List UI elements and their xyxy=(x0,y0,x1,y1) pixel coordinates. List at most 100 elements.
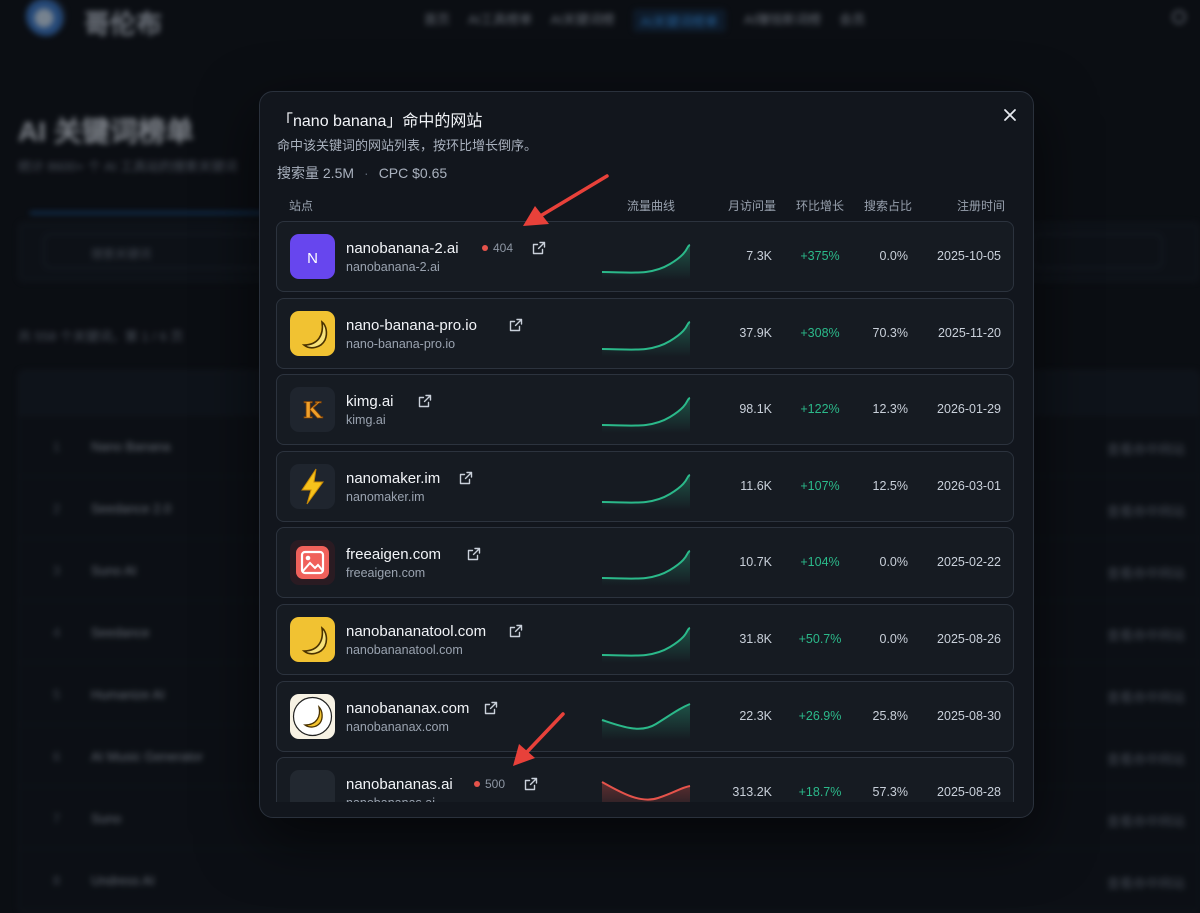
letter-k-logo: K xyxy=(290,387,335,433)
status-badge: 404 xyxy=(482,241,513,255)
top-nav: 哥伦布 首页 AI工具榜单 AI关键词榜 AI关键词榜单 AI赚钱新词榜 会员 xyxy=(0,0,1200,39)
search-share: 57.3% xyxy=(872,785,908,800)
monthly-visits: 22.3K xyxy=(739,708,772,723)
search-share: 25.8% xyxy=(872,708,908,723)
registered-date: 2025-11-20 xyxy=(937,325,1001,340)
site-row[interactable]: nanomaker.im nanomaker.im 11.6K +107% 12… xyxy=(276,450,1014,522)
external-link-icon[interactable] xyxy=(459,471,473,485)
site-domain: nanomaker.im xyxy=(346,489,425,504)
modal-title: 「nano banana」命中的网站 xyxy=(277,113,483,130)
site-domain: nanobanana-2.ai xyxy=(346,260,440,274)
site-name[interactable]: nanobananatool.com xyxy=(346,623,486,640)
site-domain: nano-banana-pro.io xyxy=(346,336,456,351)
registered-date: 2025-08-28 xyxy=(937,785,1001,800)
external-link-icon[interactable] xyxy=(467,547,481,561)
monthly-visits: 313.2K xyxy=(732,785,772,800)
monthly-visits: 10.7K xyxy=(739,555,772,570)
page-subtitle: 统计 8600+ 个 AI 工具站的搜索关键词 xyxy=(18,159,238,174)
status-dot xyxy=(482,245,488,251)
search-share: 12.3% xyxy=(872,402,908,417)
site-domain: kimg.ai xyxy=(346,413,386,428)
traffic-sparkline xyxy=(601,473,691,510)
mom-growth: +50.7% xyxy=(798,632,842,646)
image-logo xyxy=(290,540,335,586)
traffic-sparkline xyxy=(601,627,691,663)
search-share: 0.0% xyxy=(879,555,909,570)
keyword-sites-modal: 「nano banana」命中的网站 命中该关键词的网站列表，按环比增长倒序。 … xyxy=(259,91,1034,818)
cpc-value: CPC $0.65 xyxy=(378,165,448,181)
svg-text:N: N xyxy=(307,250,318,267)
mom-growth: +26.9% xyxy=(798,708,842,723)
search-share: 12.5% xyxy=(872,478,908,493)
traffic-sparkline xyxy=(601,397,691,434)
site-name[interactable]: nanomaker.im xyxy=(346,470,440,487)
mom-growth: +122% xyxy=(800,402,840,417)
external-link-icon[interactable] xyxy=(418,394,432,408)
page-title: AI 关键词榜单 xyxy=(18,116,194,147)
letter-n-logo: N xyxy=(290,234,335,279)
blank-logo xyxy=(290,770,335,802)
svg-text:K: K xyxy=(303,398,323,424)
search-volume: 搜索量 2.5M xyxy=(277,165,355,181)
registered-date: 2026-01-29 xyxy=(937,402,1001,417)
column-registered: 注册时间 xyxy=(957,199,1006,213)
site-domain: nanobananas.ai xyxy=(346,796,435,802)
column-visits: 月访问量 xyxy=(728,199,777,213)
mom-growth: +375% xyxy=(800,249,840,263)
banana-logo xyxy=(290,617,335,662)
site-name[interactable]: kimg.ai xyxy=(346,393,394,410)
site-row[interactable]: nanobananax.com nanobananax.com 22.3K +2… xyxy=(276,680,1014,752)
site-row[interactable]: N nanobanana-2.ai nanobanana-2.ai 404 7.… xyxy=(276,221,1014,292)
site-list: N nanobanana-2.ai nanobanana-2.ai 404 7.… xyxy=(276,221,1014,802)
external-link-icon[interactable] xyxy=(509,624,523,638)
mom-growth: +107% xyxy=(800,478,840,493)
keyword-stats: 搜索量 2.5M · CPC $0.65 xyxy=(277,163,447,183)
sort-select xyxy=(1032,234,1162,268)
result-count: 共 558 个关键词，第 1 / 6 页 xyxy=(18,329,184,344)
traffic-sparkline xyxy=(601,244,691,280)
site-name[interactable]: freeaigen.com xyxy=(346,546,441,563)
status-badge: 500 xyxy=(474,777,505,791)
site-row[interactable]: nanobananatool.com nanobananatool.com 31… xyxy=(276,604,1014,675)
mom-growth: +104% xyxy=(800,555,840,570)
search-icon xyxy=(1172,10,1186,24)
search-share: 0.0% xyxy=(879,249,909,263)
site-row[interactable]: freeaigen.com freeaigen.com 10.7K +104% … xyxy=(276,527,1014,599)
site-domain: nanobananax.com xyxy=(346,719,449,734)
site-row[interactable]: K kimg.ai kimg.ai 98.1K +122% 12.3% 2026… xyxy=(276,374,1014,446)
site-name[interactable]: nanobananax.com xyxy=(346,700,469,717)
column-trend: 流量曲线 xyxy=(627,199,676,213)
site-logo xyxy=(26,0,66,36)
monthly-visits: 11.6K xyxy=(740,478,772,493)
close-icon[interactable] xyxy=(1001,106,1019,124)
registered-date: 2025-10-05 xyxy=(937,249,1001,263)
brand-name: 哥伦布 xyxy=(84,9,163,39)
site-name[interactable]: nanobananas.ai xyxy=(346,776,453,793)
monthly-visits: 37.9K xyxy=(739,325,772,340)
external-link-icon[interactable] xyxy=(532,241,546,255)
registered-date: 2025-02-22 xyxy=(937,555,1001,570)
site-name[interactable]: nano-banana-pro.io xyxy=(346,317,477,334)
search-share: 70.3% xyxy=(872,325,908,340)
site-name[interactable]: nanobanana-2.ai xyxy=(346,240,459,257)
banana-logo xyxy=(290,310,335,356)
registered-date: 2025-08-26 xyxy=(937,632,1001,646)
stats-separator: · xyxy=(364,165,369,181)
monthly-visits: 98.1K xyxy=(739,402,772,417)
registered-date: 2025-08-30 xyxy=(937,708,1001,723)
traffic-sparkline xyxy=(601,702,691,740)
site-domain: nanobananatool.com xyxy=(346,643,463,657)
column-site: 站点 xyxy=(289,199,314,213)
traffic-sparkline xyxy=(601,781,691,802)
search-share: 0.0% xyxy=(879,632,909,646)
lightning-logo xyxy=(290,463,335,509)
external-link-icon[interactable] xyxy=(509,318,523,332)
modal-description: 命中该关键词的网站列表，按环比增长倒序。 xyxy=(277,138,538,153)
status-code: 404 xyxy=(493,241,514,255)
traffic-sparkline xyxy=(601,550,691,587)
monthly-visits: 7.3K xyxy=(746,249,772,263)
external-link-icon[interactable] xyxy=(484,701,498,715)
site-row[interactable]: nanobananas.ai nanobananas.ai 500 313.2K… xyxy=(276,757,1014,802)
site-row[interactable]: nano-banana-pro.io nano-banana-pro.io 37… xyxy=(276,297,1014,369)
external-link-icon[interactable] xyxy=(524,777,538,791)
